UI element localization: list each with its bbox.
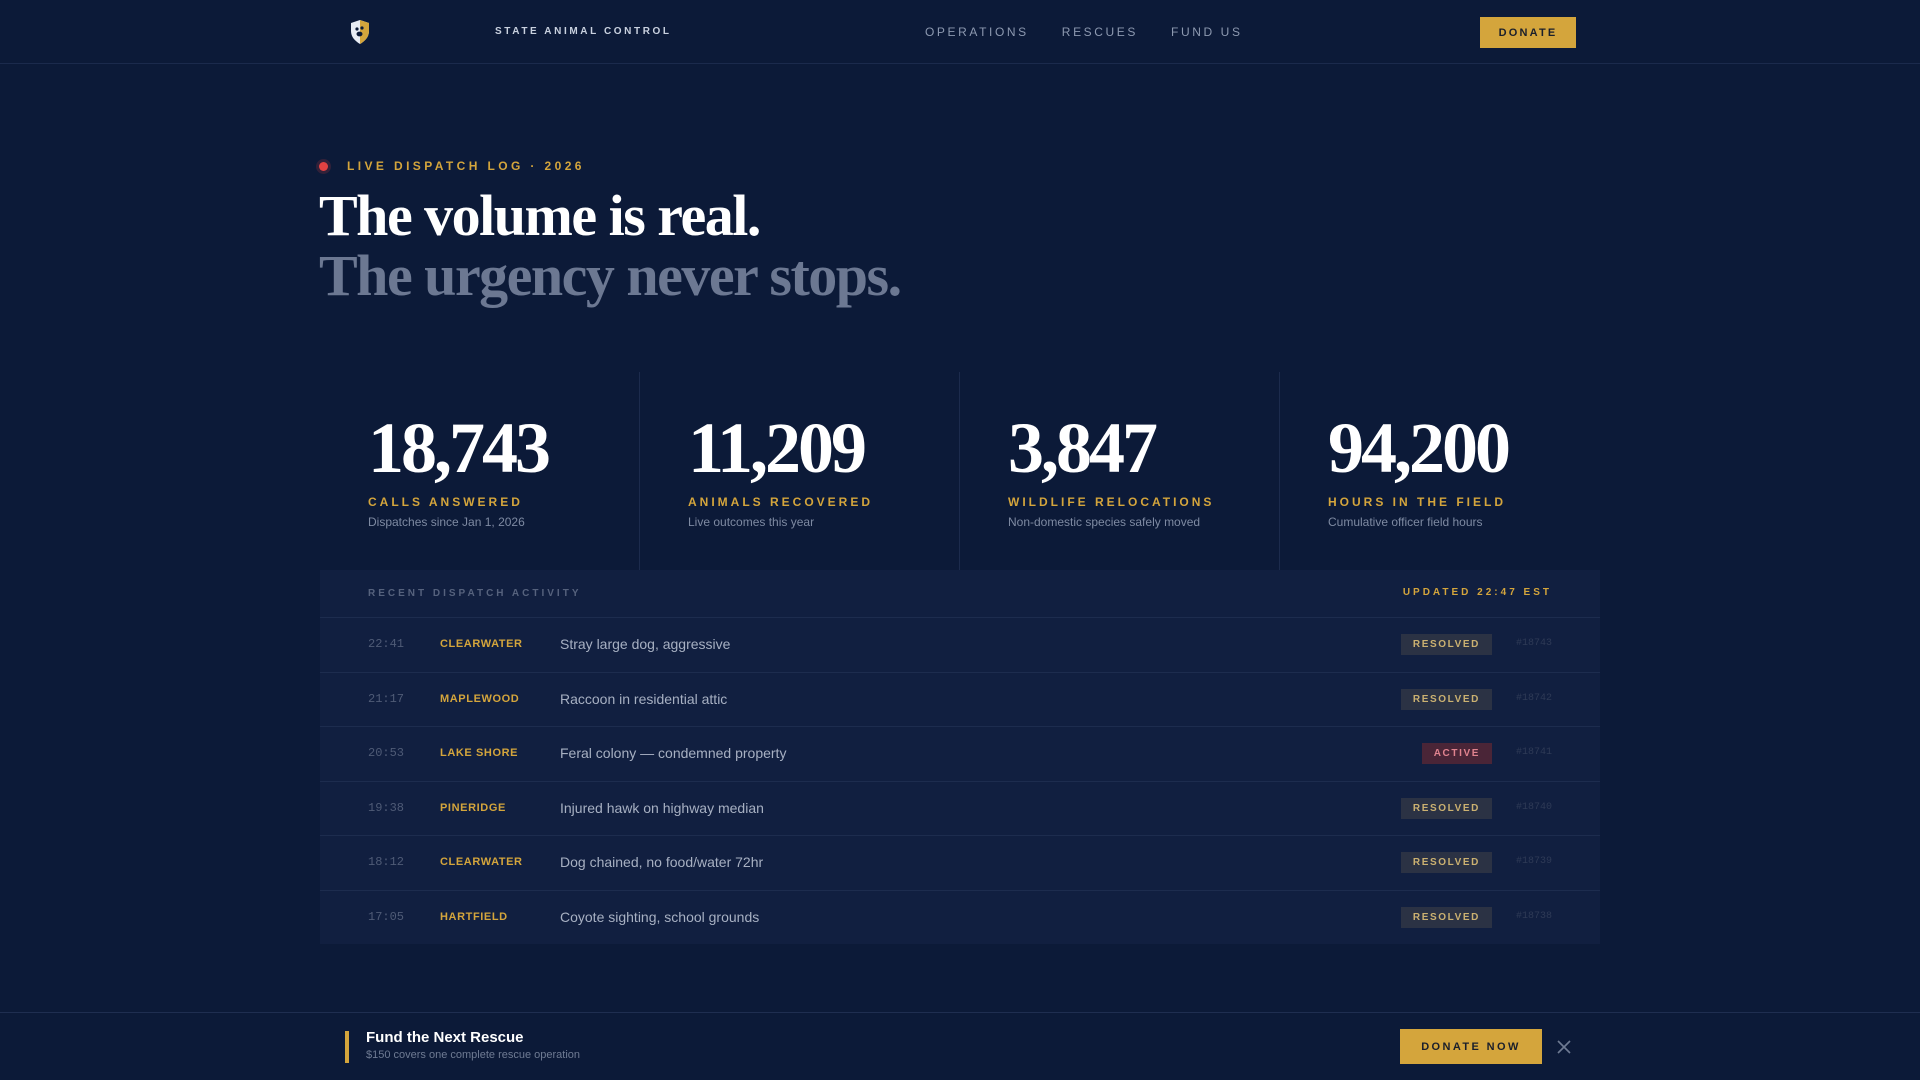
dispatch-description: Stray large dog, aggressive	[560, 636, 731, 652]
dispatch-log: RECENT DISPATCH ACTIVITY UPDATED 22:47 E…	[320, 570, 1600, 944]
stats-grid: 18,743 CALLS ANSWERED Dispatches since J…	[320, 372, 1600, 570]
dispatch-time: 17:05	[368, 909, 405, 924]
nav-link-fund-us[interactable]: FUND US	[1171, 25, 1243, 39]
stat-animals-recovered: 11,209 ANIMALS RECOVERED Live outcomes t…	[640, 372, 960, 570]
dispatch-time: 22:41	[368, 637, 405, 651]
donate-now-button[interactable]: DONATE NOW	[1400, 1029, 1542, 1064]
stat-value: 11,209	[688, 408, 867, 488]
dispatch-row[interactable]: 19:38 PINERIDGE Injured hawk on highway …	[320, 782, 1600, 836]
status-badge: RESOLVED	[1400, 797, 1492, 819]
dispatch-location: MAPLEWOOD	[440, 692, 520, 705]
status-badge: ACTIVE	[1421, 743, 1492, 764]
stat-hours-in-field: 94,200 HOURS IN THE FIELD Cumulative off…	[1280, 372, 1600, 570]
dispatch-log-title: RECENT DISPATCH ACTIVITY	[368, 588, 582, 599]
dispatch-description: Injured hawk on highway median	[560, 799, 764, 816]
dispatch-updated-time: UPDATED 22:47 EST	[1402, 587, 1552, 598]
brand-name[interactable]: STATE ANIMAL CONTROL	[495, 26, 672, 37]
dispatch-row[interactable]: 22:41 CLEARWATER Stray large dog, aggres…	[320, 618, 1600, 673]
dispatch-id: #18741	[1515, 747, 1552, 758]
dispatch-description: Coyote sighting, school grounds	[560, 908, 760, 925]
eyebrow-text: LIVE DISPATCH LOG · 2026	[347, 159, 585, 173]
dispatch-log-header: RECENT DISPATCH ACTIVITY UPDATED 22:47 E…	[320, 570, 1600, 618]
dispatch-location: LAKE SHORE	[440, 747, 519, 759]
stat-value: 94,200	[1328, 408, 1511, 488]
nav-link-operations[interactable]: OPERATIONS	[925, 25, 1029, 39]
page: STATE ANIMAL CONTROL OPERATIONS RESCUES …	[0, 0, 1920, 1080]
dispatch-description: Dog chained, no food/water 72hr	[560, 854, 764, 870]
dispatch-location: HARTFIELD	[440, 910, 508, 923]
dispatch-description: Raccoon in residential attic	[560, 690, 728, 707]
dispatch-id: #18742	[1515, 692, 1552, 704]
dispatch-row[interactable]: 20:53 LAKE SHORE Feral colony — condemne…	[320, 727, 1600, 782]
status-badge: RESOLVED	[1400, 852, 1492, 873]
dispatch-row[interactable]: 21:17 MAPLEWOOD Raccoon in residential a…	[320, 673, 1600, 727]
dispatch-location: CLEARWATER	[440, 856, 523, 868]
dispatch-location: CLEARWATER	[440, 638, 523, 650]
banner-title: Fund the Next Rescue	[366, 1029, 524, 1046]
stat-value: 18,743	[368, 408, 551, 488]
live-eyebrow: LIVE DISPATCH LOG · 2026	[319, 159, 585, 173]
dispatch-id: #18738	[1515, 910, 1552, 922]
nav-links: OPERATIONS RESCUES FUND US	[925, 25, 1243, 39]
stat-caption: Dispatches since Jan 1, 2026	[368, 515, 525, 529]
nav-link-rescues[interactable]: RESCUES	[1062, 25, 1138, 39]
donate-button[interactable]: DONATE	[1480, 17, 1576, 48]
dispatch-row[interactable]: 17:05 HARTFIELD Coyote sighting, school …	[320, 891, 1600, 946]
stat-label: ANIMALS RECOVERED	[688, 495, 874, 509]
stat-label: CALLS ANSWERED	[368, 495, 523, 509]
stat-label: HOURS IN THE FIELD	[1328, 495, 1507, 509]
stat-calls-answered: 18,743 CALLS ANSWERED Dispatches since J…	[320, 372, 640, 570]
status-badge: RESOLVED	[1400, 688, 1492, 710]
stat-label: WILDLIFE RELOCATIONS	[1008, 495, 1215, 509]
stat-caption: Cumulative officer field hours	[1328, 515, 1483, 529]
dispatch-id: #18743	[1515, 638, 1552, 649]
dispatch-time: 21:17	[368, 691, 405, 706]
banner-accent-bar	[345, 1031, 349, 1063]
dispatch-row[interactable]: 18:12 CLEARWATER Dog chained, no food/wa…	[320, 836, 1600, 891]
dispatch-time: 20:53	[368, 746, 405, 760]
headline-line-2: The urgency never stops.	[319, 243, 902, 308]
dispatch-id: #18740	[1515, 801, 1552, 813]
stat-wildlife-relocations: 3,847 WILDLIFE RELOCATIONS Non-domestic …	[960, 372, 1280, 570]
headline-line-1: The volume is real.	[319, 183, 761, 248]
dispatch-time: 18:12	[368, 855, 405, 869]
stat-value: 3,847	[1008, 408, 1158, 488]
status-badge: RESOLVED	[1400, 634, 1492, 655]
dispatch-time: 19:38	[368, 800, 405, 815]
live-indicator-icon	[319, 161, 328, 171]
dispatch-location: PINERIDGE	[440, 801, 506, 814]
stat-caption: Live outcomes this year	[688, 515, 815, 529]
shield-paw-icon[interactable]	[349, 19, 371, 45]
page-title: The volume is real. The urgency never st…	[319, 183, 902, 308]
close-icon[interactable]	[1556, 1039, 1572, 1055]
dispatch-description: Feral colony — condemned property	[560, 745, 787, 761]
banner-subtitle: $150 covers one complete rescue operatio…	[366, 1049, 581, 1061]
dispatch-id: #18739	[1515, 856, 1552, 867]
fund-banner: Fund the Next Rescue $150 covers one com…	[0, 1012, 1920, 1080]
stat-caption: Non-domestic species safely moved	[1008, 515, 1201, 529]
status-badge: RESOLVED	[1400, 906, 1492, 928]
top-nav: STATE ANIMAL CONTROL OPERATIONS RESCUES …	[0, 0, 1920, 64]
